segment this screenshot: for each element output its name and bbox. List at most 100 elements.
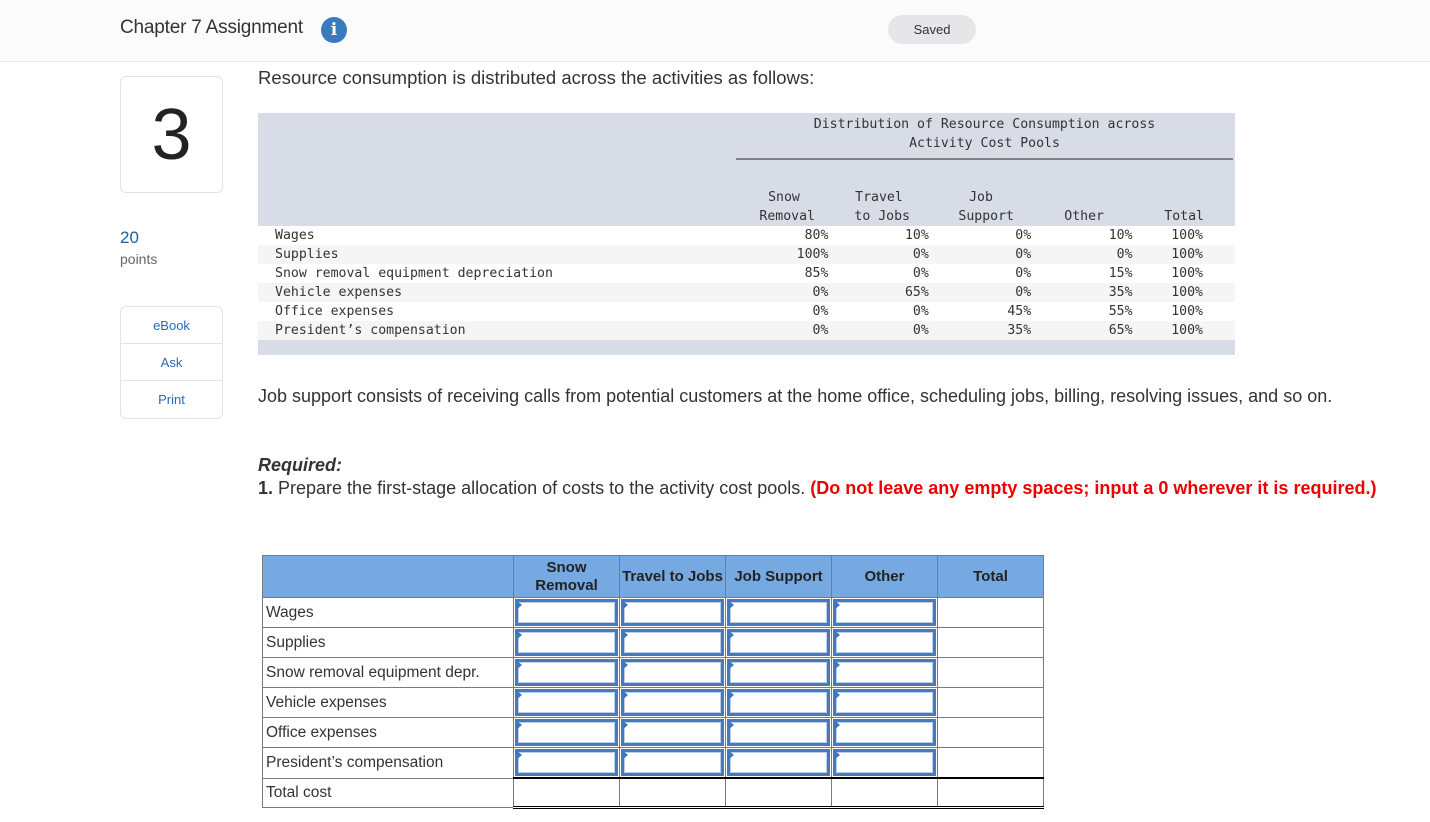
points-value: 20	[120, 228, 139, 247]
input-marker-icon	[622, 600, 628, 610]
ebook-button[interactable]: eBook	[121, 307, 222, 344]
allocation-input[interactable]	[727, 749, 830, 776]
input-marker-icon	[516, 630, 522, 640]
distribution-cell: 100%	[1132, 226, 1235, 245]
allocation-input[interactable]	[515, 719, 618, 746]
points-label: points	[120, 251, 158, 267]
distribution-row: Snow removal equipment depreciation 85% 0%…	[258, 264, 1235, 283]
allocation-input[interactable]	[515, 599, 618, 626]
allocation-input[interactable]	[515, 659, 618, 686]
allocation-input[interactable]	[515, 629, 618, 656]
total-cost-cell	[937, 777, 1044, 809]
distribution-cell: 0%	[747, 283, 829, 302]
column-header-travel-to-jobs: Travel to Jobs	[848, 189, 910, 226]
input-marker-icon	[622, 660, 628, 670]
input-marker-icon	[622, 750, 628, 760]
distribution-cell: 35%	[1031, 283, 1133, 302]
input-marker-icon	[834, 750, 840, 760]
distribution-row: Wages 80% 10% 0% 10% 100%	[258, 226, 1235, 245]
distribution-cell: 100%	[747, 245, 829, 264]
answer-input-cell	[831, 597, 938, 628]
answer-input-cell	[619, 657, 726, 688]
distribution-cell: 100%	[1132, 283, 1235, 302]
answer-row-label: President’s compensation	[262, 747, 514, 779]
answer-input-cell	[831, 627, 938, 658]
allocation-input[interactable]	[833, 629, 936, 656]
assignment-title: Chapter 7 Assignment	[120, 17, 303, 38]
distribution-cell: 65%	[828, 283, 929, 302]
info-icon[interactable]: i	[321, 17, 347, 43]
ask-button[interactable]: Ask	[121, 344, 222, 381]
print-button[interactable]: Print	[121, 381, 222, 418]
distribution-cell: 0%	[828, 245, 929, 264]
answer-input-cell	[619, 747, 726, 779]
distribution-cell: 100%	[1132, 302, 1235, 321]
allocation-input[interactable]	[833, 749, 936, 776]
row-total-cell	[937, 687, 1044, 718]
answer-input-cell	[725, 657, 832, 688]
allocation-input[interactable]	[833, 599, 936, 626]
allocation-input[interactable]	[621, 629, 724, 656]
column-header-job-support: Job Support	[948, 189, 1014, 226]
answer-input-cell	[725, 717, 832, 748]
allocation-input[interactable]	[833, 659, 936, 686]
saved-status-badge: Saved	[888, 15, 976, 44]
distribution-table: Distribution of Resource Consumption acr…	[258, 113, 1235, 355]
allocation-input[interactable]	[621, 659, 724, 686]
allocation-input[interactable]	[833, 719, 936, 746]
col-header-line2: Removal	[759, 208, 815, 224]
col-header-line2: to Jobs	[854, 208, 910, 224]
answer-input-cell	[725, 687, 832, 718]
column-header-total: Total	[937, 555, 1044, 598]
input-marker-icon	[516, 690, 522, 700]
col-header-line2: Other	[1064, 208, 1104, 224]
answer-input-cell	[513, 717, 620, 748]
total-cost-cell	[725, 777, 832, 809]
allocation-input[interactable]	[621, 749, 724, 776]
allocation-input[interactable]	[833, 689, 936, 716]
distribution-cell: 0%	[928, 245, 1032, 264]
input-marker-icon	[834, 600, 840, 610]
caption-line-1: Distribution of Resource Consumption acr…	[813, 117, 1156, 132]
total-cost-cell	[513, 777, 620, 809]
allocation-input[interactable]	[727, 689, 830, 716]
answer-row: Office expenses	[262, 717, 1044, 748]
answer-input-cell	[831, 717, 938, 748]
distribution-cell: 80%	[747, 226, 829, 245]
input-marker-icon	[834, 660, 840, 670]
col-header-line2: Total	[1164, 208, 1204, 224]
allocation-input[interactable]	[515, 689, 618, 716]
allocation-input[interactable]	[515, 749, 618, 776]
distribution-cell: 0%	[828, 321, 929, 340]
distribution-row-label: Wages	[258, 226, 748, 245]
answer-input-cell	[619, 627, 726, 658]
row-total-cell	[937, 597, 1044, 628]
allocation-input[interactable]	[727, 599, 830, 626]
distribution-row-label: Office expenses	[258, 302, 748, 321]
distribution-cell: 10%	[1031, 226, 1133, 245]
distribution-rows: Wages 80% 10% 0% 10% 100% Supplies 100% 0% 0% 0% 10…	[258, 226, 1235, 340]
distribution-row-label: Vehicle expenses	[258, 283, 748, 302]
distribution-cell: 55%	[1031, 302, 1133, 321]
allocation-input[interactable]	[621, 719, 724, 746]
input-marker-icon	[622, 690, 628, 700]
allocation-input[interactable]	[621, 689, 724, 716]
input-marker-icon	[728, 750, 734, 760]
required-item-1: 1. Prepare the first-stage allocation of…	[258, 477, 1418, 500]
distribution-cell: 15%	[1031, 264, 1133, 283]
answer-row: Vehicle expenses	[262, 687, 1044, 718]
input-marker-icon	[516, 720, 522, 730]
col-header-line1: Snow	[768, 190, 800, 205]
allocation-input[interactable]	[727, 629, 830, 656]
input-marker-icon	[516, 660, 522, 670]
allocation-input[interactable]	[727, 719, 830, 746]
answer-row-label: Vehicle expenses	[262, 687, 514, 718]
allocation-input[interactable]	[727, 659, 830, 686]
column-header-travel-to-jobs: Travel to Jobs	[619, 555, 726, 598]
input-marker-icon	[516, 750, 522, 760]
answer-input-cell	[619, 717, 726, 748]
allocation-input[interactable]	[621, 599, 724, 626]
col-header-line2: Support	[958, 208, 1014, 224]
answer-input-cell	[831, 747, 938, 779]
job-support-description: Job support consists of receiving calls …	[258, 386, 1333, 406]
